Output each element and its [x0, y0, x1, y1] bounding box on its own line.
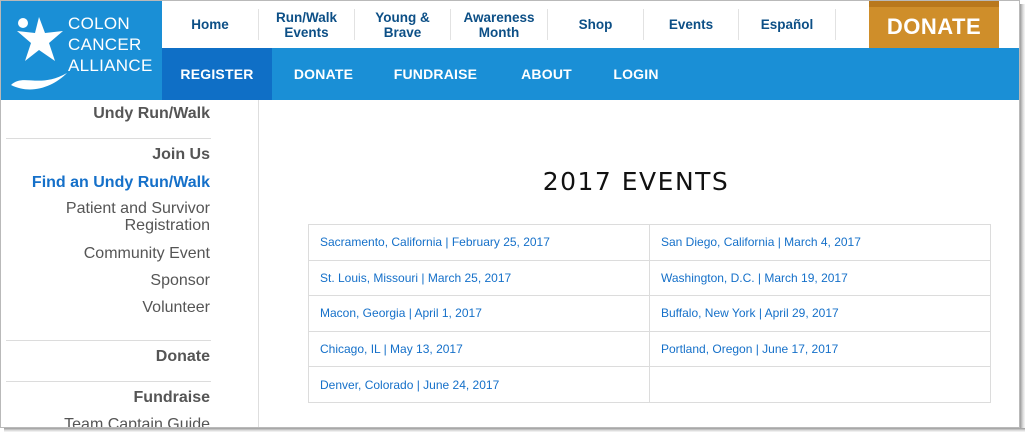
sidebar-patient-survivor-line-1: Patient and Survivor [65, 200, 210, 217]
nav-awareness-month-line-2: Month [478, 24, 520, 40]
table-row: Sacramento, California | February 25, 20… [308, 224, 991, 261]
nav-register[interactable]: REGISTER [162, 48, 272, 100]
table-row: Denver, Colorado | June 24, 2017 [308, 366, 991, 403]
event-link[interactable]: San Diego, California | March 4, 2017 [661, 235, 861, 249]
sidebar-patient-survivor-line-2: Registration [124, 217, 210, 234]
event-cell: San Diego, California | March 4, 2017 [649, 224, 991, 261]
browser-page: COLON CANCER ALLIANCE Home Run/Walk Even… [0, 0, 1020, 428]
table-row: St. Louis, Missouri | March 25, 2017 Was… [308, 259, 991, 297]
sidebar-sponsor[interactable]: Sponsor [150, 272, 210, 290]
event-cell: St. Louis, Missouri | March 25, 2017 [308, 259, 650, 297]
sidebar-divider [6, 340, 211, 341]
nav-espanol[interactable]: Español [739, 1, 835, 48]
event-cell: Denver, Colorado | June 24, 2017 [308, 366, 650, 403]
event-link[interactable]: Buffalo, New York | April 29, 2017 [661, 306, 839, 320]
sidebar: Undy Run/Walk Join Us Find an Undy Run/W… [1, 100, 259, 427]
event-link[interactable]: Sacramento, California | February 25, 20… [320, 235, 550, 249]
logo-wordmark: COLON CANCER ALLIANCE [68, 13, 153, 76]
sidebar-divider [6, 381, 211, 382]
nav-login[interactable]: LOGIN [597, 48, 675, 100]
event-cell-empty [649, 366, 991, 403]
frame-shadow-bottom [4, 428, 1025, 432]
nav-young-brave[interactable]: Young & Brave [355, 1, 450, 48]
event-link[interactable]: St. Louis, Missouri | March 25, 2017 [320, 271, 511, 285]
nav-about[interactable]: ABOUT [496, 48, 597, 100]
event-cell: Portland, Oregon | June 17, 2017 [649, 330, 991, 368]
sidebar-join-us[interactable]: Join Us [152, 146, 210, 164]
nav-young-brave-line-1: Young & [375, 9, 430, 25]
sidebar-divider [6, 138, 211, 139]
events-table: Sacramento, California | February 25, 20… [308, 224, 991, 403]
main-nav: REGISTER DONATE FUNDRAISE ABOUT LOGIN [162, 48, 1019, 100]
sidebar-undy-run-walk[interactable]: Undy Run/Walk [93, 105, 210, 123]
sidebar-fundraise[interactable]: Fundraise [134, 389, 210, 407]
event-cell: Washington, D.C. | March 19, 2017 [649, 259, 991, 297]
event-cell: Macon, Georgia | April 1, 2017 [308, 295, 650, 332]
event-link[interactable]: Denver, Colorado | June 24, 2017 [320, 378, 499, 392]
table-row: Chicago, IL | May 13, 2017 Portland, Ore… [308, 330, 991, 368]
logo-line-3: ALLIANCE [68, 56, 153, 75]
donate-ribbon-label: DONATE [886, 14, 982, 39]
nav-fundraise[interactable]: FUNDRAISE [375, 48, 496, 100]
page-title: 2017 EVENTS [542, 167, 730, 196]
sidebar-community-event[interactable]: Community Event [84, 245, 210, 263]
sidebar-team-captain-guide[interactable]: Team Captain Guide [64, 416, 210, 427]
nav-awareness-month-line-1: Awareness [463, 9, 535, 25]
sidebar-volunteer[interactable]: Volunteer [142, 299, 210, 317]
nav-events[interactable]: Events [644, 1, 738, 48]
logo-line-1: COLON [68, 14, 130, 33]
event-link[interactable]: Chicago, IL | May 13, 2017 [320, 342, 463, 356]
nav-run-walk-events-line-1: Run/Walk [275, 9, 337, 25]
event-cell: Sacramento, California | February 25, 20… [308, 224, 650, 261]
nav-run-walk-events-line-2: Events [284, 24, 329, 40]
nav-home[interactable]: Home [162, 1, 258, 48]
event-cell: Chicago, IL | May 13, 2017 [308, 330, 650, 368]
sidebar-patient-survivor-registration[interactable]: Patient and Survivor Registration [66, 200, 210, 234]
event-link[interactable]: Washington, D.C. | March 19, 2017 [661, 271, 848, 285]
sidebar-donate[interactable]: Donate [156, 348, 210, 366]
nav-divider [835, 9, 836, 40]
nav-run-walk-events[interactable]: Run/Walk Events [259, 1, 354, 48]
nav-young-brave-line-2: Brave [383, 24, 422, 40]
frame-shadow-right [1020, 4, 1025, 430]
event-cell: Buffalo, New York | April 29, 2017 [649, 295, 991, 332]
nav-donate[interactable]: DONATE [272, 48, 375, 100]
table-row: Macon, Georgia | April 1, 2017 Buffalo, … [308, 295, 991, 332]
runner-star-icon [11, 17, 67, 90]
nav-shop[interactable]: Shop [548, 1, 643, 48]
event-link[interactable]: Macon, Georgia | April 1, 2017 [320, 306, 482, 320]
logo-line-2: CANCER [68, 35, 142, 54]
nav-awareness-month[interactable]: Awareness Month [451, 1, 547, 48]
event-link[interactable]: Portland, Oregon | June 17, 2017 [661, 342, 838, 356]
sidebar-find-event[interactable]: Find an Undy Run/Walk [32, 174, 210, 192]
logo[interactable]: COLON CANCER ALLIANCE [1, 1, 162, 100]
